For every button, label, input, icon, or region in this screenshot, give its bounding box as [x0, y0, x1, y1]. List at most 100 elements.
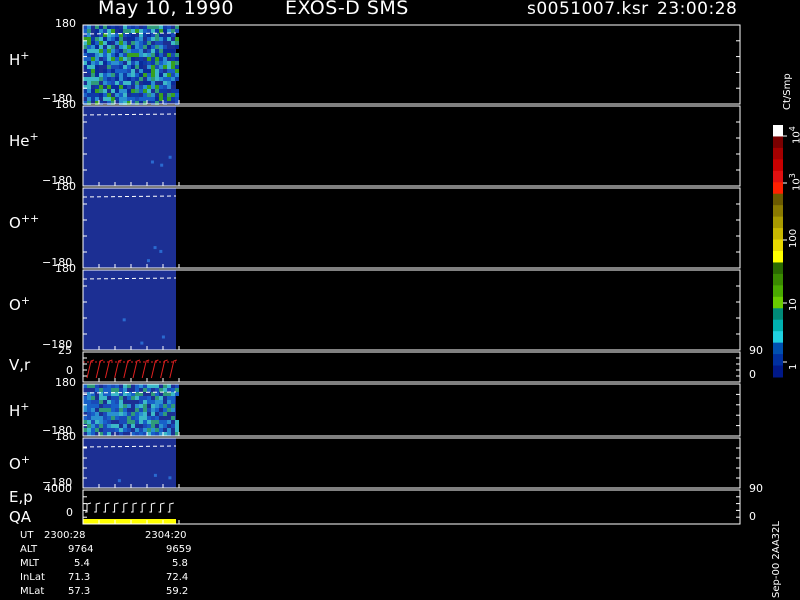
heatmap-cell [91, 408, 95, 412]
heatmap-cell [87, 420, 91, 424]
heatmap-cell [147, 420, 151, 424]
ytick-top-label: 180 [55, 180, 76, 193]
heatmap-cell [175, 89, 179, 93]
heatmap-cell [107, 29, 111, 33]
heatmap-cell [155, 57, 159, 61]
heatmap-cell [146, 259, 150, 263]
heatmap-cell [115, 97, 119, 101]
heatmap-cell [119, 408, 123, 412]
heatmap-cell [95, 400, 99, 404]
heatmap-cell [143, 408, 147, 412]
heatmap-cell [87, 45, 91, 49]
heatmap-cell [155, 97, 159, 101]
heatmap-cell [155, 432, 159, 436]
heatmap-cell [167, 69, 171, 73]
heatmap-cell [143, 97, 147, 101]
heatmap-cell [131, 61, 135, 65]
heatmap-cell [91, 69, 95, 73]
heatmap-cell [123, 85, 127, 89]
heatmap-cell [115, 25, 119, 29]
heatmap-cell [155, 29, 159, 33]
time-row-end-value: 72.4 [166, 572, 189, 583]
heatmap-cell [135, 416, 139, 420]
heatmap-cell [111, 73, 115, 77]
heatmap-cell [147, 73, 151, 77]
qa-label: QA [9, 508, 32, 526]
heatmap-cell [107, 49, 111, 53]
heatmap-cell [143, 45, 147, 49]
heatmap-cell [171, 408, 175, 412]
heatmap-cell [107, 93, 111, 97]
heatmap-cell [123, 420, 127, 424]
heatmap-cell [147, 416, 151, 420]
heatmap-cell [139, 408, 143, 412]
heatmap-cell [83, 400, 87, 404]
heatmap-cell [103, 53, 107, 57]
heatmap-cell [151, 29, 155, 33]
velocity-trace [160, 359, 168, 379]
spectrogram-plot [82, 24, 787, 525]
heatmap-cell [131, 53, 135, 57]
heatmap-cell [115, 73, 119, 77]
heatmap-cell [83, 396, 87, 400]
panel-name-label: H+ [9, 49, 30, 69]
energy-trace [112, 502, 119, 513]
heatmap-cell [151, 384, 155, 388]
heatmap-cell [83, 41, 87, 45]
heatmap-cell [99, 49, 103, 53]
heatmap-cell [151, 424, 155, 428]
time-row-end-value: 2304:20 [145, 530, 187, 541]
heatmap-cell [171, 388, 175, 392]
heatmap-background [83, 188, 176, 268]
heatmap-cell [147, 45, 151, 49]
heatmap-cell [147, 81, 151, 85]
heatmap-cell [103, 77, 107, 81]
heatmap-cell [139, 420, 143, 424]
heatmap-cell [147, 37, 151, 41]
heatmap-cell [167, 388, 171, 392]
heatmap-cell [95, 93, 99, 97]
heatmap-cell [87, 49, 91, 53]
heatmap-cell [147, 49, 151, 53]
heatmap-cell [161, 335, 165, 339]
velocity-trace [150, 359, 159, 379]
heatmap-cell [151, 400, 155, 404]
heatmap-cell [175, 432, 179, 436]
heatmap-cell [127, 416, 131, 420]
heatmap-cell [123, 404, 127, 408]
heatmap-cell [151, 57, 155, 61]
heatmap-cell [139, 85, 143, 89]
heatmap-cell [123, 57, 127, 61]
heatmap-cell [171, 400, 175, 404]
heatmap-cell [123, 412, 127, 416]
heatmap-cell [111, 49, 115, 53]
heatmap-cell [95, 73, 99, 77]
heatmap-cell [115, 404, 119, 408]
heatmap-cell [163, 77, 167, 81]
heatmap-cell [91, 65, 95, 69]
species-charge: + [20, 399, 30, 413]
colorbar-segment [773, 365, 783, 378]
heatmap-cell [155, 85, 159, 89]
heatmap-cell [103, 416, 107, 420]
heatmap-cell [171, 33, 175, 37]
heatmap-cell [99, 396, 103, 400]
panel-name-label: V,r [9, 356, 31, 374]
heatmap-cell [91, 41, 95, 45]
heatmap-cell [87, 97, 91, 101]
heatmap-cell [127, 65, 131, 69]
heatmap-cell [107, 61, 111, 65]
heatmap-cell [91, 61, 95, 65]
heatmap-cell [159, 400, 163, 404]
time-row-label: MLat [20, 586, 45, 597]
heatmap-cell [139, 396, 143, 400]
heatmap-cell [115, 416, 119, 420]
heatmap-cell [153, 473, 157, 477]
heatmap-cell [143, 73, 147, 77]
heatmap-cell [163, 49, 167, 53]
heatmap-cell [163, 388, 167, 392]
heatmap-cell [159, 428, 163, 432]
energy-trace [167, 502, 174, 513]
heatmap-cell [151, 428, 155, 432]
heatmap-cell [111, 53, 115, 57]
